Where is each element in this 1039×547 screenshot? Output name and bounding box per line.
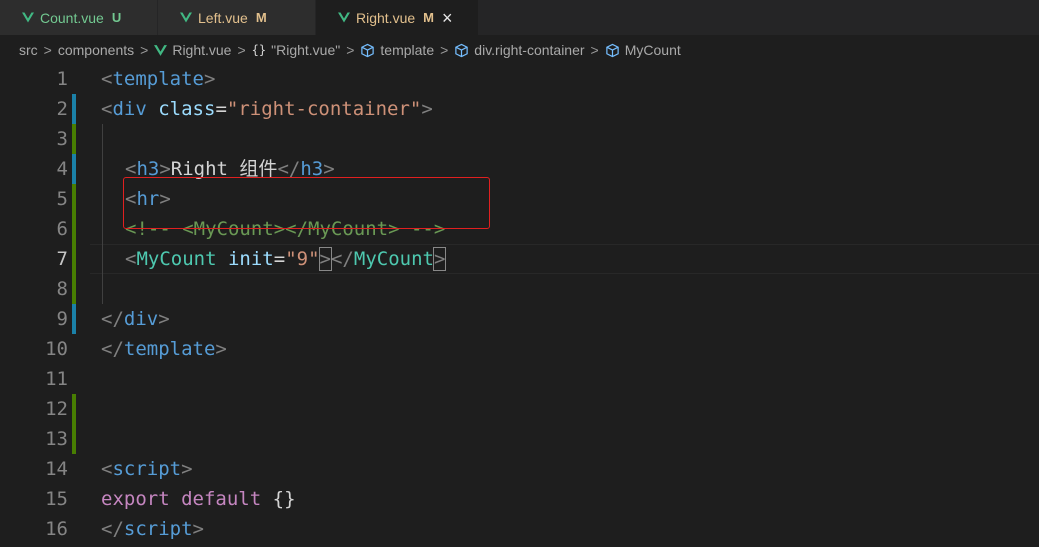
breadcrumb-separator: >	[590, 42, 599, 58]
gutter-modified-marker[interactable]	[72, 154, 76, 184]
code-line: 3	[0, 124, 1039, 154]
cube-icon	[606, 43, 619, 57]
tab-git-status: U	[111, 10, 122, 25]
code-line: 1 <template>	[0, 64, 1039, 94]
breadcrumb-label: MyCount	[624, 42, 681, 58]
line-number: 13	[45, 428, 68, 450]
line-number: 5	[56, 188, 68, 210]
code-text: </div>	[101, 308, 170, 330]
tab-label: Right.vue	[356, 9, 416, 26]
code-line: 2 <div class="right-container">	[0, 94, 1039, 124]
code-line: 8	[0, 274, 1039, 304]
code-line: 13	[0, 424, 1039, 454]
bracket-match: >	[318, 247, 333, 271]
tab-right-vue[interactable]: Right.vue M ×	[316, 0, 479, 35]
code-line: 10 </template>	[0, 334, 1039, 364]
code-text: <script>	[101, 458, 193, 480]
indent-guide	[102, 244, 103, 274]
code-line: 15 export default {}	[0, 484, 1039, 514]
breadcrumb-separator: >	[43, 42, 52, 58]
code-line: 9 </div>	[0, 304, 1039, 334]
bracket-match: >	[432, 247, 447, 271]
tab-label: Left.vue	[198, 9, 248, 26]
gutter-modified-marker[interactable]	[72, 304, 76, 334]
line-number: 1	[56, 68, 68, 90]
indent-guide	[102, 274, 103, 304]
line-number: 2	[56, 98, 68, 120]
code-line: 12	[0, 394, 1039, 424]
vue-file-icon	[180, 12, 192, 23]
breadcrumb-item-file[interactable]: Right.vue	[154, 42, 231, 58]
tab-git-status: M	[255, 10, 267, 25]
line-number: 7	[56, 248, 68, 270]
code-text: </script>	[101, 518, 204, 540]
line-number: 9	[56, 308, 68, 330]
braces-icon: {}	[251, 43, 267, 57]
breadcrumb-label: "Right.vue"	[271, 42, 341, 58]
code-line: 11	[0, 364, 1039, 394]
line-number: 16	[45, 518, 68, 540]
line-number: 10	[45, 338, 68, 360]
tab-left-vue[interactable]: Left.vue M	[158, 0, 316, 35]
line-number: 11	[45, 368, 68, 390]
gutter-added-marker[interactable]	[72, 124, 76, 154]
breadcrumb-separator: >	[237, 42, 246, 58]
line-number: 8	[56, 278, 68, 300]
breadcrumb-label: div.right-container	[474, 42, 585, 58]
indent-guide	[102, 154, 103, 184]
breadcrumb-separator: >	[346, 42, 355, 58]
cube-icon	[361, 43, 375, 57]
code-text: <MyCount init="9"></MyCount>	[125, 247, 447, 271]
breadcrumb-separator: >	[140, 42, 149, 58]
breadcrumb-item-mycount[interactable]: MyCount	[605, 42, 681, 58]
gutter-added-marker[interactable]	[72, 244, 76, 274]
code-line-current: 7 <MyCount init="9"></MyCount>	[0, 244, 1039, 274]
code-text: <template>	[101, 68, 216, 90]
line-number: 4	[56, 158, 68, 180]
line-number: 3	[56, 128, 68, 150]
breadcrumb-item-src[interactable]: src	[19, 42, 38, 58]
tab-label: Count.vue	[40, 9, 104, 26]
breadcrumb-item-module[interactable]: {} "Right.vue"	[252, 42, 341, 58]
tab-git-status: M	[423, 10, 434, 25]
code-text: export default {}	[101, 488, 296, 510]
breadcrumb-label: template	[380, 42, 435, 58]
close-icon[interactable]: ×	[442, 9, 453, 27]
code-line: 16 </script>	[0, 514, 1039, 544]
line-number: 15	[45, 488, 68, 510]
code-text: <div class="right-container">	[101, 98, 433, 120]
breadcrumb-item-template[interactable]: template	[360, 42, 434, 58]
line-number: 12	[45, 398, 68, 420]
breadcrumb-separator: >	[440, 42, 449, 58]
breadcrumb-item-components[interactable]: components	[58, 42, 134, 58]
indent-guide	[102, 124, 103, 154]
cube-icon	[455, 43, 469, 57]
gutter-added-marker[interactable]	[72, 274, 76, 304]
vue-file-icon	[22, 12, 34, 23]
breadcrumb-label: Right.vue	[172, 42, 232, 58]
breadcrumb-item-div[interactable]: div.right-container	[454, 42, 585, 58]
tab-bar: Count.vue U Left.vue M Right.vue M ×	[0, 0, 1039, 35]
indent-guide	[102, 184, 103, 214]
gutter-added-marker[interactable]	[72, 424, 76, 454]
indent-guide	[102, 214, 103, 244]
code-text: </template>	[101, 338, 227, 360]
vue-file-icon	[154, 44, 168, 56]
breadcrumb: src > components > Right.vue > {} "Right…	[0, 35, 1039, 65]
gutter-added-marker[interactable]	[72, 394, 76, 424]
code-line: 14 <script>	[0, 454, 1039, 484]
annotation-highlight-box	[123, 177, 490, 229]
code-editor[interactable]: 1 <template> 2 <div class="right-contain…	[0, 64, 1039, 547]
gutter-modified-marker[interactable]	[72, 94, 76, 124]
vue-file-icon	[338, 12, 350, 23]
gutter-added-marker[interactable]	[72, 214, 76, 244]
tab-count-vue[interactable]: Count.vue U	[0, 0, 158, 35]
line-number: 14	[45, 458, 68, 480]
line-number: 6	[56, 218, 68, 240]
gutter-added-marker[interactable]	[72, 184, 76, 214]
